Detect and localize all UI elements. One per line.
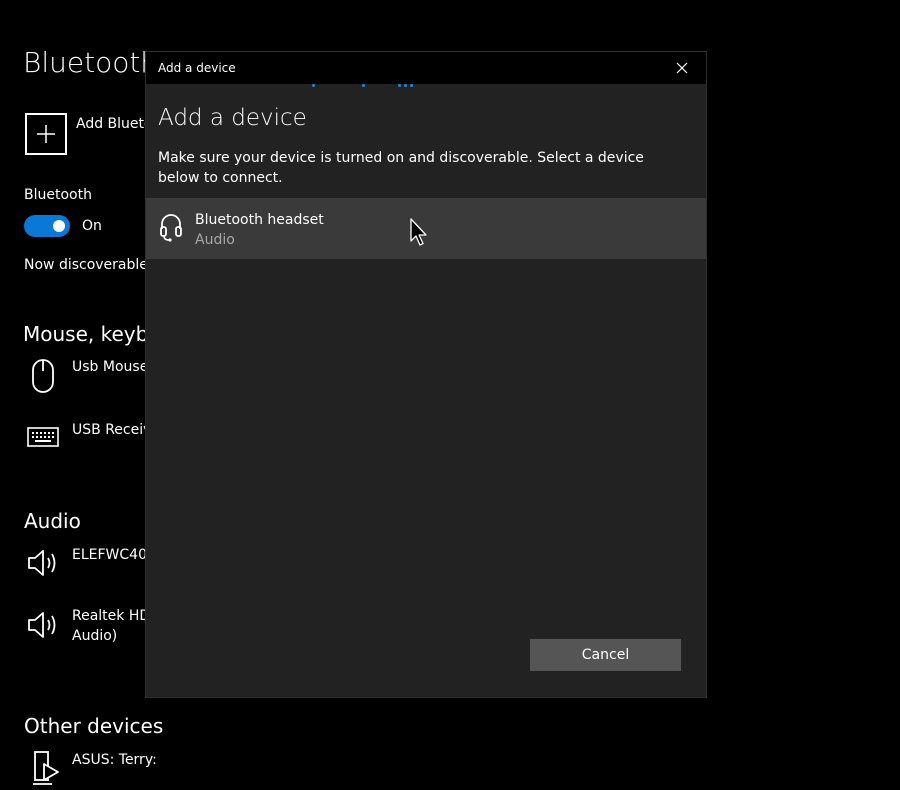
headset-icon	[159, 212, 183, 246]
page-title: Bluetooth	[23, 46, 159, 79]
device-type: Audio	[195, 232, 235, 248]
progress-dot	[312, 84, 315, 87]
device-icon	[32, 750, 62, 790]
device-list-item-sublabel: Audio)	[72, 628, 118, 644]
device-name: Bluetooth headset	[195, 212, 324, 228]
add-device-button[interactable]	[25, 113, 67, 155]
searching-progress-indicator	[312, 82, 413, 88]
speaker-icon	[26, 548, 62, 582]
dialog-titlebar[interactable]: Add a device	[146, 52, 706, 84]
progress-dot	[362, 84, 365, 87]
device-list-item-label[interactable]: Realtek HD	[72, 606, 150, 626]
toggle-state-label: On	[82, 218, 102, 234]
toggle-knob	[53, 220, 65, 232]
progress-dot	[398, 84, 401, 87]
progress-dot	[410, 84, 413, 87]
add-device-label[interactable]: Add Blueto	[76, 116, 153, 132]
speaker-icon	[26, 610, 62, 644]
keyboard-icon	[27, 426, 59, 452]
device-list-item-label[interactable]: Usb Mouse	[72, 357, 148, 377]
bluetooth-toggle-label: Bluetooth	[24, 187, 92, 203]
plus-icon	[37, 125, 55, 143]
close-button[interactable]	[658, 52, 706, 84]
section-title-audio: Audio	[24, 509, 81, 533]
dialog-instructions: Make sure your device is turned on and d…	[158, 150, 644, 186]
cancel-button[interactable]: Cancel	[530, 639, 681, 671]
device-list-item-label[interactable]: ASUS: Terry:	[72, 750, 157, 770]
bluetooth-toggle[interactable]	[24, 215, 70, 237]
progress-dot	[404, 84, 407, 87]
section-title-mouse-keyboard: Mouse, keybo	[23, 322, 161, 346]
mouse-pointer-icon	[410, 218, 430, 250]
add-device-dialog: Add a device Add a device Make sure your…	[146, 52, 706, 697]
device-list-item-label[interactable]: ELEFWC401	[72, 545, 156, 565]
discoverable-text: Now discoverable a	[24, 257, 161, 273]
close-icon	[676, 62, 688, 74]
section-title-other-devices: Other devices	[24, 714, 164, 738]
mouse-icon	[31, 358, 55, 398]
window-title: Add a device	[158, 61, 236, 75]
dialog-heading: Add a device	[158, 105, 307, 131]
